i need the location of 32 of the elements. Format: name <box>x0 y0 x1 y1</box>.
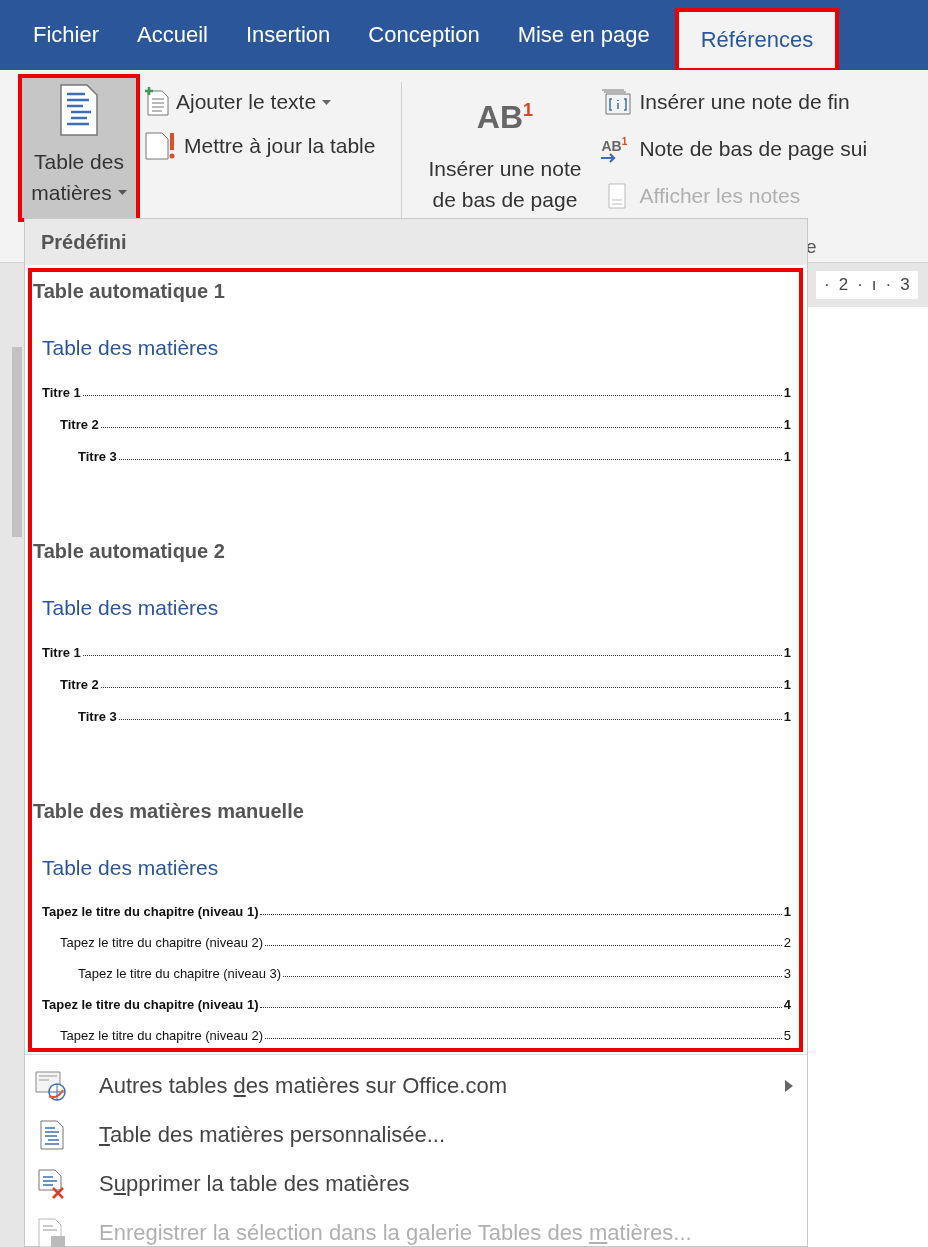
gallery-item-title: Table automatique 2 <box>33 540 226 564</box>
ribbon-tab[interactable]: Insertion <box>228 0 352 70</box>
scrollbar-thumb[interactable] <box>12 347 22 537</box>
gallery-item-title: Table des matières manuelle <box>33 800 305 824</box>
ribbon-button[interactable]: Mettre à jour la table <box>144 128 376 164</box>
menu-item[interactable]: Table des matières personnalisée... <box>25 1110 807 1159</box>
ribbon-button[interactable]: AB$^{1}$ Note de bas de page sui <box>601 131 868 167</box>
toc-preview[interactable]: Table des matières Titre 1 1 Titre 2 1 Titre 3 1 <box>33 588 795 724</box>
arrow-icon <box>601 152 618 163</box>
table-of-contents-button[interactable]: Table des matières <box>20 76 138 220</box>
delete-document-icon <box>35 1168 67 1199</box>
gallery-item-title: Table automatique 1 <box>33 280 226 304</box>
ribbon-tab[interactable]: Mise en page <box>500 0 671 70</box>
toc-preview[interactable]: Table des matières Titre 1 1 Titre 2 1 Titre 3 1 <box>33 328 795 464</box>
ribbon-tab[interactable]: Conception <box>351 0 501 70</box>
ribbon-tab[interactable]: Accueil <box>120 0 229 70</box>
ribbon-button[interactable]: Ajouter le texte <box>144 84 376 120</box>
menu-item[interactable]: Autres tables des matières sur Office.com <box>25 1061 807 1110</box>
toc-preview[interactable]: Table des matières Tapez le titre du chapitre (niveau 1) 1 Tapez le titre du chapitre (niveau 2) 2 Tapez le titre du chapitre (niveau 3) 3 Tapez le titre du chapitre (niveau 1) 4 Tapez le titre du chapitre (niveau 2) 5 <box>33 848 795 1043</box>
globe-document-icon <box>35 1070 67 1101</box>
stacked-pages-icon <box>601 89 634 115</box>
ruler: · 2 · ı · 3 <box>816 271 918 299</box>
caret-icon <box>322 99 332 105</box>
add-document-icon <box>144 87 170 117</box>
document-icon <box>59 84 99 136</box>
menu-item[interactable]: Supprimer la table des matières <box>25 1159 807 1208</box>
section-header: Prédéfini <box>25 219 807 265</box>
ribbon-tab[interactable]: Références <box>676 10 838 70</box>
ribbon-tab[interactable]: Fichier <box>16 0 120 70</box>
ribbon-button[interactable]: Insérer une note de fin <box>601 84 868 120</box>
submenu-arrow-icon <box>785 1079 793 1092</box>
caret-icon <box>117 190 127 195</box>
